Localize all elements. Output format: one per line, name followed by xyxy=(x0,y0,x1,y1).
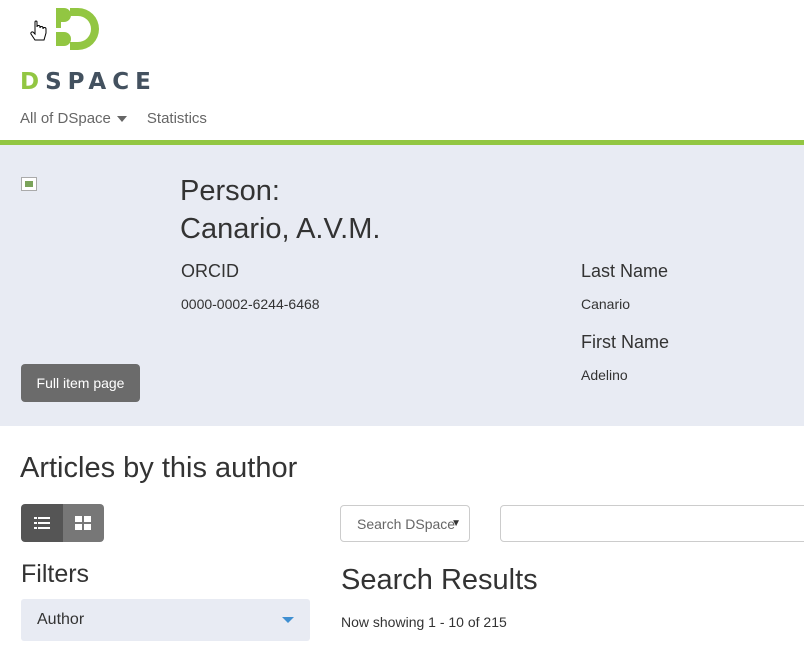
orcid-value: 0000-0002-6244-6468 xyxy=(181,296,320,312)
first-name-label: First Name xyxy=(581,332,670,352)
site-header: DSPACE All of DSpace Statistics xyxy=(0,0,804,145)
list-view-button[interactable] xyxy=(21,504,63,542)
filters-title: Filters xyxy=(21,560,90,588)
person-banner: Person: Canario, A.V.M. ORCID 0000-0002-… xyxy=(0,145,804,426)
filter-author-label: Author xyxy=(37,611,85,628)
image-placeholder-icon xyxy=(21,177,37,191)
select-arrow-icon: ▼ xyxy=(451,518,461,529)
caret-down-icon xyxy=(116,115,127,122)
view-mode-toggle xyxy=(21,504,104,542)
grid-view-icon xyxy=(75,516,92,530)
list-view-icon xyxy=(33,517,50,529)
nav-all-of-dspace-label: All of DSpace xyxy=(20,110,111,127)
nav-statistics[interactable]: Statistics xyxy=(147,110,207,127)
nav-statistics-label: Statistics xyxy=(146,110,207,127)
last-name-label: Last Name xyxy=(581,261,669,281)
person-title-name: Canario, A.V.M. xyxy=(180,213,381,245)
filter-author[interactable]: Author xyxy=(21,599,310,641)
search-results-title: Search Results xyxy=(341,564,538,596)
search-scope-select[interactable]: Search DSpace ▼ xyxy=(340,505,470,542)
main-nav: All of DSpace Statistics xyxy=(20,110,207,127)
dspace-logo-icon xyxy=(56,8,99,50)
person-title: Person: Canario, A.V.M. xyxy=(180,172,380,248)
first-name-value: Adelino xyxy=(581,367,628,383)
person-title-type: Person: xyxy=(180,175,280,207)
filter-caret-icon xyxy=(282,617,294,623)
cursor-icon xyxy=(30,20,48,49)
logo-wordmark: DSPACE xyxy=(20,69,157,95)
orcid-label: ORCID xyxy=(181,261,239,281)
search-scope-value: Search DSpace xyxy=(357,515,456,532)
nav-all-of-dspace[interactable]: All of DSpace xyxy=(20,110,127,127)
search-results-count: Now showing 1 - 10 of 215 xyxy=(341,614,507,630)
search-query-input[interactable] xyxy=(500,505,804,542)
full-item-page-button[interactable]: Full item page xyxy=(21,364,140,402)
articles-title: Articles by this author xyxy=(20,452,298,484)
last-name-value: Canario xyxy=(581,296,631,312)
grid-view-button[interactable] xyxy=(62,504,104,542)
